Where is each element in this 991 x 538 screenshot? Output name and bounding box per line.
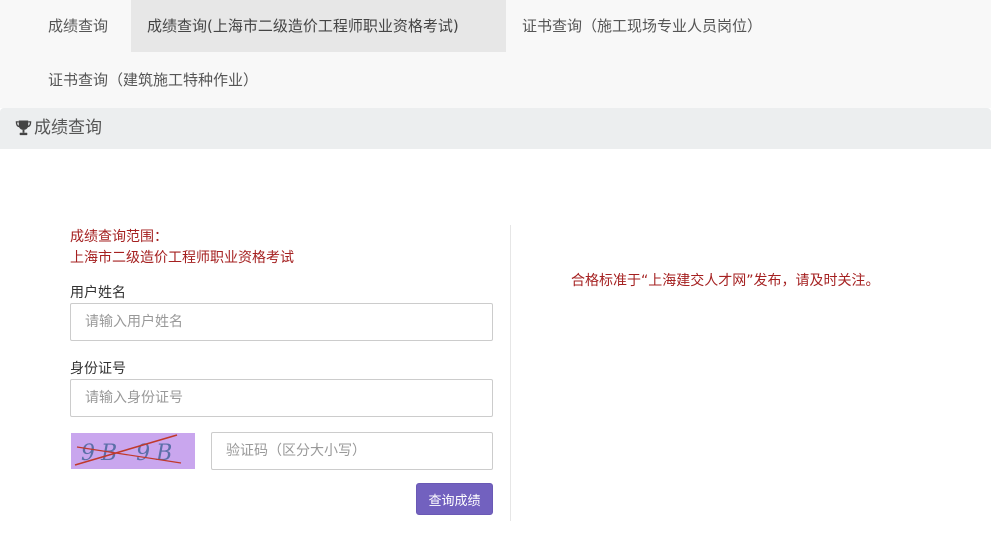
username-label: 用户姓名 xyxy=(70,285,126,301)
panel-heading: 成绩查询 xyxy=(0,108,991,149)
idcard-label: 身份证号 xyxy=(70,361,126,377)
query-score-button[interactable]: 查询成绩 xyxy=(416,483,493,515)
tab-score-query[interactable]: 成绩查询 xyxy=(31,0,125,52)
trophy-icon xyxy=(15,120,32,136)
tab-score-query-cost-engineer[interactable]: 成绩查询(上海市二级造价工程师职业资格考试) xyxy=(131,0,506,52)
top-navigation: 成绩查询 成绩查询(上海市二级造价工程师职业资格考试) 证书查询（施工现场专业人… xyxy=(0,0,991,108)
captcha-graphic: 9B 9B xyxy=(71,433,195,469)
captcha-image[interactable]: 9B 9B xyxy=(71,433,195,469)
idcard-input[interactable] xyxy=(70,379,493,417)
query-scope: 成绩查询范围： 上海市二级造价工程师职业资格考试 xyxy=(70,227,294,269)
tab-certificate-query-special-operations[interactable]: 证书查询（建筑施工特种作业） xyxy=(31,54,275,106)
panel-title: 成绩查询 xyxy=(34,118,102,138)
tab-certificate-query-site-personnel[interactable]: 证书查询（施工现场专业人员岗位） xyxy=(505,0,779,52)
column-divider xyxy=(510,225,511,521)
query-scope-label: 成绩查询范围： xyxy=(70,229,168,245)
pass-standard-notice: 合格标准于“上海建交人才网”发布，请及时关注。 xyxy=(571,273,880,289)
query-scope-value: 上海市二级造价工程师职业资格考试 xyxy=(70,250,294,266)
captcha-text: 9B 9B xyxy=(81,441,178,466)
captcha-input[interactable] xyxy=(211,432,493,470)
username-input[interactable] xyxy=(70,303,493,341)
